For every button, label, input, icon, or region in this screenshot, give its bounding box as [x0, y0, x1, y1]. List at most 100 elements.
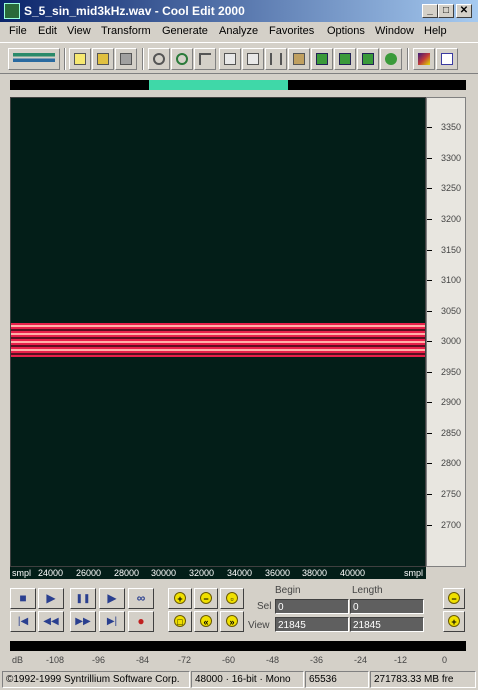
- title-bar: S_5_sin_mid3kHz.wav - Cool Edit 2000 _ □…: [0, 0, 478, 22]
- zoom-in-vertical-button[interactable]: +: [443, 611, 465, 632]
- repeat-icon: [176, 53, 188, 65]
- db-tick: -48: [266, 655, 280, 665]
- multitrack-toggle-button[interactable]: [8, 48, 60, 70]
- menu-file[interactable]: File: [9, 25, 27, 37]
- db-tick: -96: [92, 655, 106, 665]
- sample-ruler[interactable]: smpl 24000 26000 28000 30000 32000 34000…: [10, 567, 426, 579]
- sample-tick: 24000: [38, 568, 64, 578]
- minimize-button[interactable]: _: [422, 4, 438, 18]
- menu-transform[interactable]: Transform: [101, 25, 151, 37]
- hz-tick: 2700: [427, 520, 467, 532]
- sel-label: Sel: [257, 601, 272, 612]
- spectral-view-icon: [339, 53, 351, 65]
- mix-paste-button[interactable]: [194, 48, 216, 70]
- db-unit: dB: [12, 655, 24, 665]
- db-tick: -12: [394, 655, 408, 665]
- zoom-left-button[interactable]: «: [194, 611, 218, 632]
- toolbar-separator: [64, 48, 66, 70]
- db-tick: -24: [354, 655, 368, 665]
- go-to-start-button[interactable]: |◀: [10, 611, 36, 632]
- sample-tick: 28000: [114, 568, 140, 578]
- multitrack-toggle-icon: [13, 53, 55, 65]
- hz-tick: 2850: [427, 428, 467, 440]
- menu-options[interactable]: Options: [327, 25, 365, 37]
- fast-forward-button[interactable]: ▶▶: [70, 611, 96, 632]
- zoom-full-button[interactable]: ▫: [220, 588, 244, 609]
- spectral-display[interactable]: [10, 97, 426, 567]
- menu-edit[interactable]: Edit: [38, 25, 57, 37]
- stop-button[interactable]: ■: [10, 588, 36, 609]
- overview-visible-range[interactable]: [149, 80, 288, 90]
- new-file-button[interactable]: [69, 48, 91, 70]
- menu-view[interactable]: View: [67, 25, 91, 37]
- sample-tick: 26000: [76, 568, 102, 578]
- hz-tick: 3300: [427, 153, 467, 165]
- play-button[interactable]: ▶: [38, 588, 64, 609]
- db-tick: -72: [178, 655, 192, 665]
- cd-player-icon: [385, 53, 397, 65]
- zoom-right-button[interactable]: »: [220, 611, 244, 632]
- paste-new-icon: [316, 53, 328, 65]
- settings-button[interactable]: [436, 48, 458, 70]
- sample-unit-left: smpl: [12, 568, 32, 578]
- sample-tick: 38000: [302, 568, 328, 578]
- go-to-end-button[interactable]: ▶|: [99, 611, 125, 632]
- length-header: Length: [352, 585, 383, 596]
- sel-begin-field[interactable]: 0: [275, 599, 349, 614]
- view-begin-field[interactable]: 21845: [275, 617, 349, 632]
- close-button[interactable]: ✕: [456, 4, 472, 18]
- hz-tick: 3250: [427, 183, 467, 195]
- undo-button[interactable]: [148, 48, 170, 70]
- zoom-out-horizontal-button[interactable]: −: [194, 588, 218, 609]
- sel-length-field[interactable]: 0: [350, 599, 424, 614]
- paste-new-button[interactable]: [311, 48, 333, 70]
- frequency-band-3khz: [11, 323, 425, 357]
- zoom-out-vertical-button[interactable]: −: [443, 588, 465, 609]
- pause-button[interactable]: ❚❚: [70, 588, 96, 609]
- spectral-view-button[interactable]: [334, 48, 356, 70]
- db-tick: -108: [46, 655, 65, 665]
- sample-unit-right: smpl: [404, 568, 424, 578]
- rewind-button[interactable]: ◀◀: [38, 611, 64, 632]
- menu-window[interactable]: Window: [375, 25, 414, 37]
- hz-tick: 3100: [427, 275, 467, 287]
- menu-generate[interactable]: Generate: [162, 25, 208, 37]
- status-size: 65536: [305, 671, 369, 688]
- db-tick: -60: [222, 655, 236, 665]
- menu-favorites[interactable]: Favorites: [269, 25, 314, 37]
- view-length-field[interactable]: 21845: [350, 617, 424, 632]
- hz-tick: 3150: [427, 245, 467, 257]
- sample-tick: 40000: [340, 568, 366, 578]
- toolbar: [0, 42, 478, 74]
- loop-button[interactable]: ∞: [128, 588, 154, 609]
- menu-analyze[interactable]: Analyze: [219, 25, 258, 37]
- copy-new-button[interactable]: [219, 48, 241, 70]
- hz-tick: 2800: [427, 458, 467, 470]
- level-meter: [10, 641, 466, 651]
- overview-bar[interactable]: [10, 80, 466, 90]
- level-meter-scale: dB -108 -96 -84 -72 -60 -48 -36 -24 -12 …: [10, 655, 466, 667]
- copy-button[interactable]: [242, 48, 264, 70]
- sample-tick: 32000: [189, 568, 215, 578]
- cut-button[interactable]: [265, 48, 287, 70]
- zoom-in-horizontal-button[interactable]: +: [168, 588, 192, 609]
- save-icon: [120, 53, 132, 65]
- save-file-button[interactable]: [115, 48, 137, 70]
- selection-panel: Begin Length Sel View 0 0 21845 21845: [248, 585, 426, 635]
- open-file-button[interactable]: [92, 48, 114, 70]
- zoom-selection-button[interactable]: □: [168, 611, 192, 632]
- spectrum-button[interactable]: [413, 48, 435, 70]
- cd-player-button[interactable]: [380, 48, 402, 70]
- maximize-button[interactable]: □: [438, 4, 454, 18]
- repeat-button[interactable]: [171, 48, 193, 70]
- copy-new-icon: [224, 53, 236, 65]
- frequency-ruler[interactable]: 3350 3300 3250 3200 3150 3100 3050 3000 …: [426, 97, 466, 567]
- record-button[interactable]: ●: [128, 611, 154, 632]
- paste-button[interactable]: [288, 48, 310, 70]
- settings-icon: [441, 53, 453, 65]
- toolbar-separator: [407, 48, 409, 70]
- waveform-view-button[interactable]: [357, 48, 379, 70]
- menu-help[interactable]: Help: [424, 25, 447, 37]
- status-bar: ©1992-1999 Syntrillium Software Corp. 48…: [0, 670, 478, 690]
- play-to-end-button[interactable]: ▶: [99, 588, 125, 609]
